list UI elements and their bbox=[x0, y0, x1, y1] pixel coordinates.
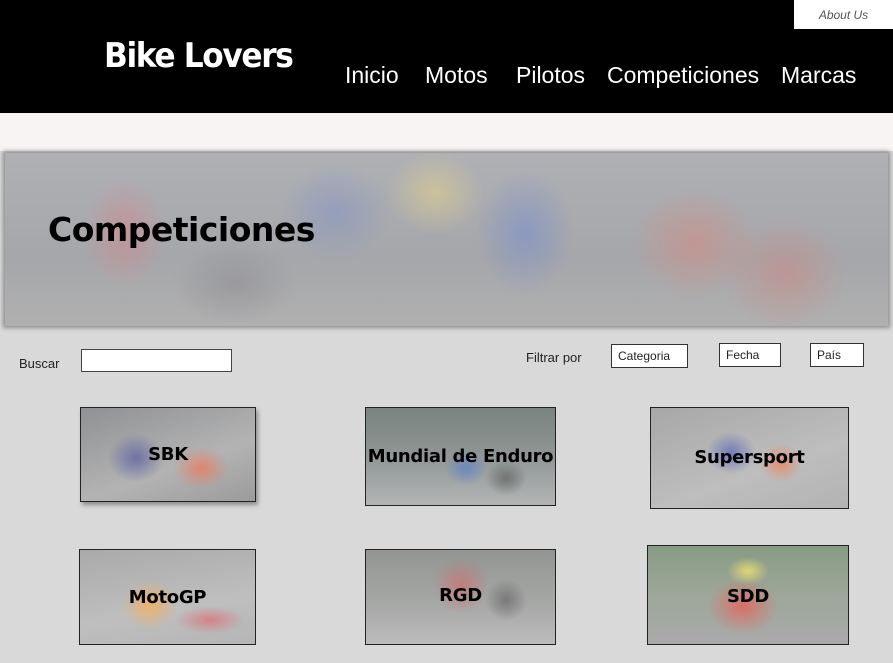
competition-card-sbk[interactable]: SBK bbox=[80, 407, 256, 502]
competition-label: Supersport bbox=[694, 447, 805, 468]
filter-date-button[interactable]: Fecha bbox=[719, 343, 781, 367]
competition-label: MotoGP bbox=[128, 587, 207, 608]
search-input[interactable] bbox=[81, 349, 232, 372]
nav-item-pilotos[interactable]: Pilotos bbox=[516, 62, 585, 89]
filter-category-button[interactable]: Categoria bbox=[611, 344, 688, 368]
about-us-button[interactable]: About Us bbox=[794, 0, 893, 29]
page-title: Competiciones bbox=[48, 210, 315, 249]
filter-country-button[interactable]: País bbox=[810, 343, 864, 367]
competition-card-mundial-de-enduro[interactable]: Mundial de Enduro bbox=[365, 407, 556, 506]
competition-label: RGD bbox=[439, 585, 482, 606]
nav-item-inicio[interactable]: Inicio bbox=[345, 62, 399, 89]
nav-item-motos[interactable]: Motos bbox=[425, 62, 488, 89]
competition-card-rgd[interactable]: RGD bbox=[365, 549, 556, 645]
search-label: Buscar bbox=[19, 356, 60, 371]
competition-label: SDD bbox=[727, 586, 769, 607]
nav-item-competiciones[interactable]: Competiciones bbox=[607, 62, 759, 89]
competition-label: SBK bbox=[148, 444, 188, 465]
filter-label: Filtrar por bbox=[526, 350, 582, 365]
site-header: Bike Lovers About Us Inicio Motos Piloto… bbox=[0, 0, 893, 113]
header-spacer bbox=[0, 113, 893, 151]
nav-item-marcas[interactable]: Marcas bbox=[781, 62, 856, 89]
competition-card-sdd[interactable]: SDD bbox=[647, 545, 849, 645]
competition-label: Mundial de Enduro bbox=[367, 446, 554, 467]
competition-card-motogp[interactable]: MotoGP bbox=[79, 549, 256, 645]
filter-date-label: Fecha bbox=[726, 348, 760, 362]
competition-card-supersport[interactable]: Supersport bbox=[650, 407, 849, 509]
filter-category-label: Categoria bbox=[618, 349, 671, 363]
filter-country-label: País bbox=[817, 348, 842, 362]
main-nav: Inicio Motos Pilotos Competiciones Marca… bbox=[0, 62, 893, 96]
